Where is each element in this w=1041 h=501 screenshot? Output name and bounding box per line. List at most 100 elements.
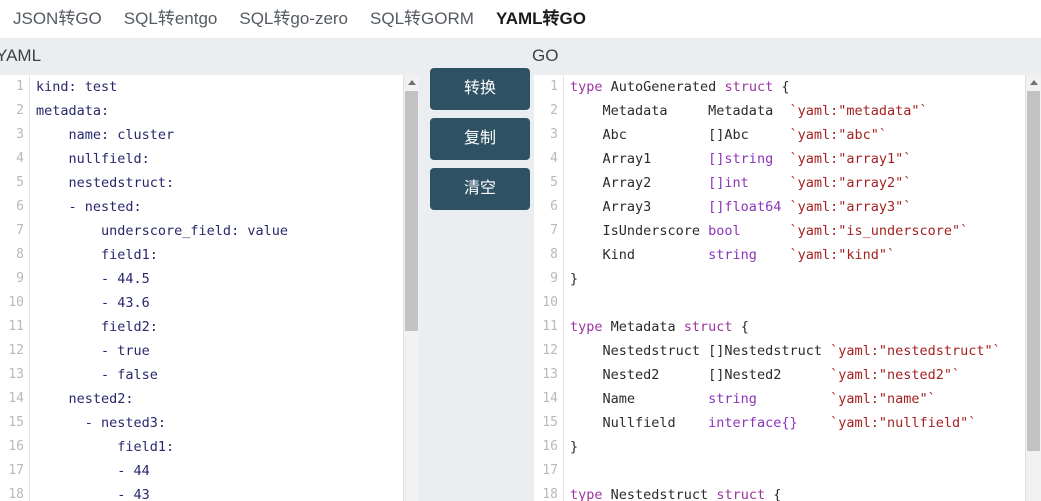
yaml-line-number: 12	[8, 343, 24, 358]
go-line: 18 type Nestedstruct struct {	[534, 483, 1025, 501]
go-code-area[interactable]: 1 type AutoGenerated struct {2 Metadata M…	[534, 75, 1025, 501]
go-token: `yaml:"array1"`	[789, 151, 912, 167]
yaml-input-editor[interactable]: 1 kind: test 2 metadata: 3 name: cluster 4 nu…	[0, 75, 403, 501]
copy-button[interactable]: 复制	[430, 118, 530, 160]
go-line: 17	[534, 459, 1025, 483]
yaml-line-number: 18	[8, 487, 24, 501]
yaml-line-text: - nested3:	[36, 415, 167, 431]
tab-2[interactable]: SQL转go-zero	[228, 0, 359, 38]
go-line-number: 18	[542, 487, 558, 501]
go-line-text: }	[570, 267, 578, 291]
yaml-line-number: 17	[8, 463, 24, 478]
yaml-line-text: field2:	[36, 319, 158, 335]
go-line: 1 type AutoGenerated struct {	[534, 75, 1025, 99]
go-line-number: 13	[542, 367, 558, 382]
go-line: 2 Metadata Metadata `yaml:"metadata"`	[534, 99, 1025, 123]
go-token: []int	[708, 175, 790, 191]
go-line-text: type Metadata struct {	[570, 315, 749, 339]
yaml-line-text: nested2:	[36, 391, 134, 407]
yaml-line-text: - 43	[36, 487, 150, 501]
go-line-text: Abc []Abc `yaml:"abc"`	[570, 123, 888, 147]
yaml-line-number: 2	[16, 103, 24, 118]
yaml-line: 5 nestedstruct:	[0, 171, 403, 195]
yaml-line-text: field1:	[36, 439, 175, 455]
go-line-text: Nestedstruct []Nestedstruct `yaml:"neste…	[570, 339, 1001, 363]
yaml-line-number: 14	[8, 391, 24, 406]
go-token: string	[708, 391, 831, 407]
tab-0[interactable]: JSON转GO	[2, 0, 113, 38]
scroll-up-arrow-icon[interactable]	[404, 75, 419, 89]
yaml-line-number: 6	[16, 199, 24, 214]
yaml-line: 3 name: cluster	[0, 123, 403, 147]
go-token: Nested2	[570, 367, 709, 383]
yaml-line-text: - nested:	[36, 199, 142, 215]
yaml-line: 9 - 44.5	[0, 267, 403, 291]
go-token: struct	[716, 487, 774, 501]
go-token: `yaml:"nestedstruct"`	[830, 343, 1001, 359]
go-token: type	[570, 79, 611, 95]
yaml-line-text: - true	[36, 343, 150, 359]
go-token: {	[773, 487, 782, 501]
go-line: 15 Nullfield interface{} `yaml:"nullfiel…	[534, 411, 1025, 435]
go-token: Nullfield	[570, 415, 709, 431]
go-line-number: 2	[550, 103, 558, 118]
action-button-column: 转换 复制 清空	[430, 68, 530, 218]
go-token: struct	[683, 319, 741, 335]
go-line: 11 type Metadata struct {	[534, 315, 1025, 339]
scroll-up-arrow-icon[interactable]	[1026, 75, 1041, 89]
go-line: 12 Nestedstruct []Nestedstruct `yaml:"ne…	[534, 339, 1025, 363]
yaml-line-text: - false	[36, 367, 158, 383]
yaml-line: 17 - 44	[0, 459, 403, 483]
go-line-number: 6	[550, 199, 558, 214]
yaml-line-text: kind: test	[36, 79, 118, 95]
yaml-line-number: 16	[8, 439, 24, 454]
yaml-line-text: underscore_field: value	[36, 223, 288, 239]
go-token: []float64	[708, 199, 790, 215]
yaml-line-number: 13	[8, 367, 24, 382]
go-token: type	[570, 487, 611, 501]
clear-button[interactable]: 清空	[430, 168, 530, 210]
go-line: 7 IsUnderscore bool `yaml:"is_underscore…	[534, 219, 1025, 243]
go-token: []Nestedstruct	[708, 343, 831, 359]
go-line: 9}	[534, 267, 1025, 291]
go-output-editor[interactable]: 1 type AutoGenerated struct {2 Metadata M…	[534, 75, 1025, 501]
tab-4[interactable]: YAML转GO	[485, 0, 597, 38]
go-scrollbar[interactable]	[1025, 75, 1041, 501]
yaml-line: 8 field1:	[0, 243, 403, 267]
go-token: Nestedstruct	[570, 343, 709, 359]
go-line-text: Name string `yaml:"name"`	[570, 387, 936, 411]
go-line-number: 10	[542, 295, 558, 310]
yaml-line: 15 - nested3:	[0, 411, 403, 435]
yaml-line: 18 - 43	[0, 483, 403, 501]
yaml-line: 14 nested2:	[0, 387, 403, 411]
yaml-code-area[interactable]: 1 kind: test 2 metadata: 3 name: cluster 4 nu…	[0, 75, 403, 501]
go-token: `yaml:"nested2"`	[830, 367, 961, 383]
yaml-line-number: 3	[16, 127, 24, 142]
go-line-number: 12	[542, 343, 558, 358]
go-token: Array3	[570, 199, 709, 215]
go-token: {	[781, 79, 790, 95]
yaml-line-number: 15	[8, 415, 24, 430]
convert-button[interactable]: 转换	[430, 68, 530, 110]
tab-3[interactable]: SQL转GORM	[359, 0, 485, 38]
go-panel-label: GO	[532, 46, 559, 65]
go-token: `yaml:"metadata"`	[789, 103, 928, 119]
yaml-scrollbar-thumb[interactable]	[405, 91, 418, 331]
go-token: `yaml:"is_underscore"`	[789, 223, 969, 239]
go-line: 3 Abc []Abc `yaml:"abc"`	[534, 123, 1025, 147]
tab-1[interactable]: SQL转entgo	[113, 0, 229, 38]
go-token: Kind	[570, 247, 709, 263]
go-line-number: 17	[542, 463, 558, 478]
yaml-line: 11 field2:	[0, 315, 403, 339]
converter-tab-bar: JSON转GO SQL转entgo SQL转go-zero SQL转GORM YAML转…	[0, 0, 1041, 38]
go-token: type	[570, 319, 611, 335]
go-scrollbar-thumb[interactable]	[1027, 91, 1040, 451]
yaml-scrollbar[interactable]	[403, 75, 419, 501]
go-token: Metadata	[610, 319, 684, 335]
go-token: Array1	[570, 151, 709, 167]
yaml-line: 16 field1:	[0, 435, 403, 459]
go-line: 6 Array3 []float64 `yaml:"array3"`	[534, 195, 1025, 219]
yaml-line-number: 9	[16, 271, 24, 286]
yaml-line-text: nullfield:	[36, 151, 150, 167]
yaml-line-text: - 44.5	[36, 271, 150, 287]
